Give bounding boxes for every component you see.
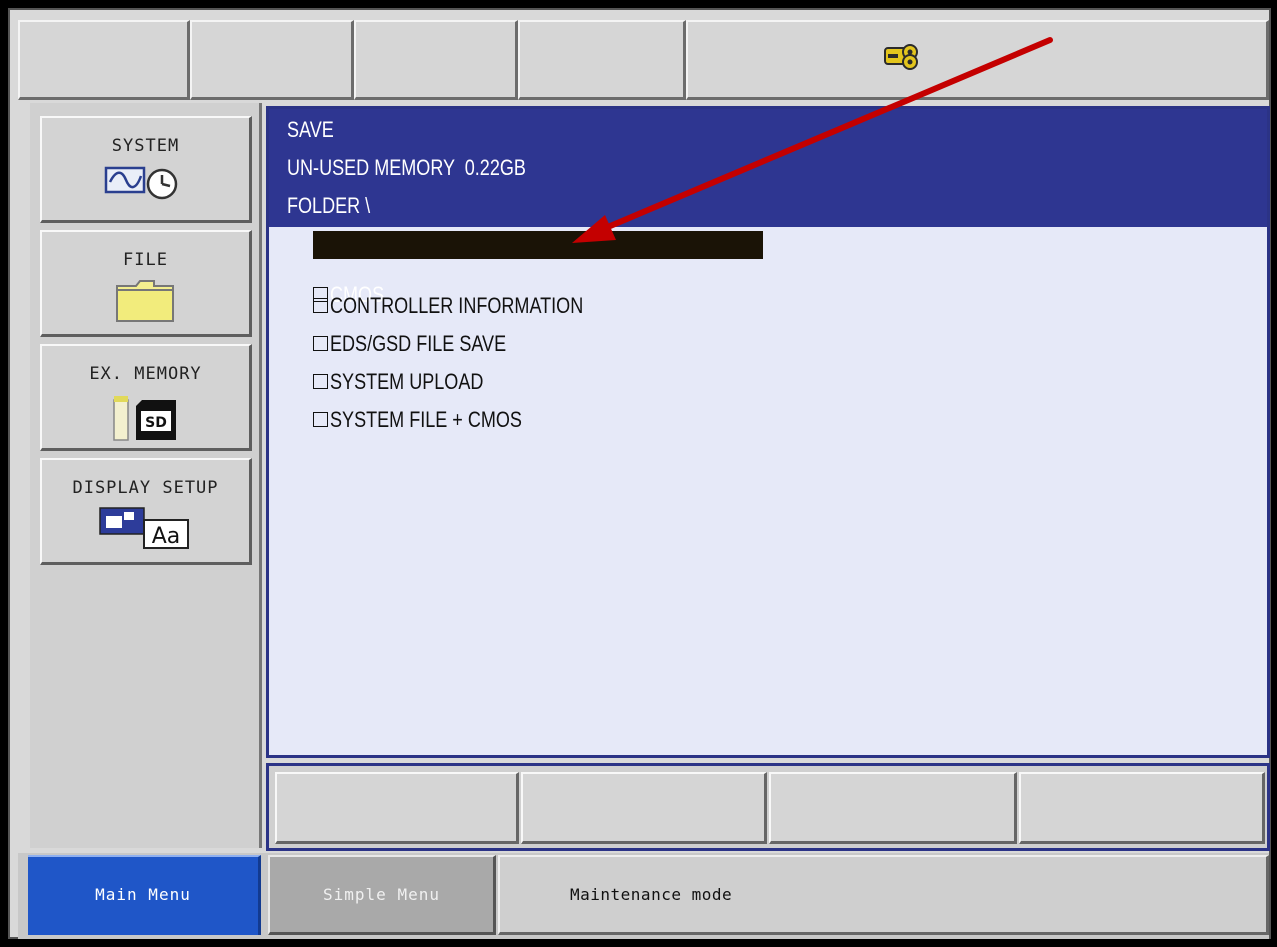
function-key-4[interactable] — [1019, 772, 1265, 844]
simple-menu-button[interactable]: Simple Menu — [268, 855, 496, 935]
sd-card-icon: SD — [113, 396, 176, 441]
waveform-clock-icon — [104, 166, 178, 200]
unused-memory-readout: UN-USED MEMORY 0.22GB — [287, 155, 526, 180]
side-item-label: DISPLAY SETUP — [72, 478, 219, 498]
panel-title: SAVE — [287, 117, 334, 142]
save-option-cmos[interactable]: CMOS — [289, 230, 763, 307]
top-button-1[interactable] — [18, 20, 190, 100]
side-item-system[interactable]: SYSTEM — [40, 116, 252, 223]
svg-text:SD: SD — [145, 415, 167, 431]
main-menu-button[interactable]: Main Menu — [28, 855, 261, 935]
bottom-bar: Main Menu Simple Menu Maintenance mode — [18, 853, 1269, 939]
function-key-3[interactable] — [769, 772, 1017, 844]
save-panel: SAVE UN-USED MEMORY 0.22GB FOLDER \ CMOS… — [266, 106, 1270, 758]
option-checkbox[interactable] — [313, 411, 329, 427]
status-text: Maintenance mode — [570, 885, 733, 904]
save-option-system-upload[interactable]: SYSTEM UPLOAD — [289, 343, 518, 394]
top-status-area[interactable] — [686, 20, 1269, 100]
folder-icon — [116, 280, 174, 322]
save-option-controller-information[interactable]: CONTROLLER INFORMATION — [289, 267, 639, 318]
status-bar: Maintenance mode — [498, 855, 1269, 935]
top-button-2[interactable] — [190, 20, 354, 100]
top-button-4[interactable] — [518, 20, 686, 100]
svg-text:Aa: Aa — [152, 524, 181, 549]
side-item-file[interactable]: FILE — [40, 230, 252, 337]
simple-menu-label: Simple Menu — [323, 885, 440, 904]
side-item-ex-memory[interactable]: EX. MEMORY SD — [40, 344, 252, 451]
function-key-1[interactable] — [275, 772, 519, 844]
folder-path: FOLDER \ — [287, 193, 371, 218]
side-item-label: SYSTEM — [111, 136, 180, 156]
side-item-label: FILE — [123, 250, 168, 270]
main-menu-label: Main Menu — [95, 885, 191, 904]
save-option-eds-gsd-file-save[interactable]: EDS/GSD FILE SAVE — [289, 305, 545, 356]
side-item-label: EX. MEMORY — [89, 364, 202, 384]
top-bar — [18, 20, 1269, 100]
function-key-row — [266, 763, 1270, 851]
option-label: SYSTEM FILE + CMOS — [330, 407, 523, 432]
display-font-icon: Aa — [99, 507, 189, 549]
save-option-system-file-cmos[interactable]: SYSTEM FILE + CMOS — [289, 381, 565, 432]
top-button-3[interactable] — [354, 20, 518, 100]
selection-highlight — [313, 231, 763, 259]
side-item-display-setup[interactable]: DISPLAY SETUP Aa — [40, 458, 252, 565]
function-key-2[interactable] — [521, 772, 767, 844]
key-icon — [884, 44, 918, 70]
panel-header: SAVE UN-USED MEMORY 0.22GB FOLDER \ — [269, 109, 1267, 227]
